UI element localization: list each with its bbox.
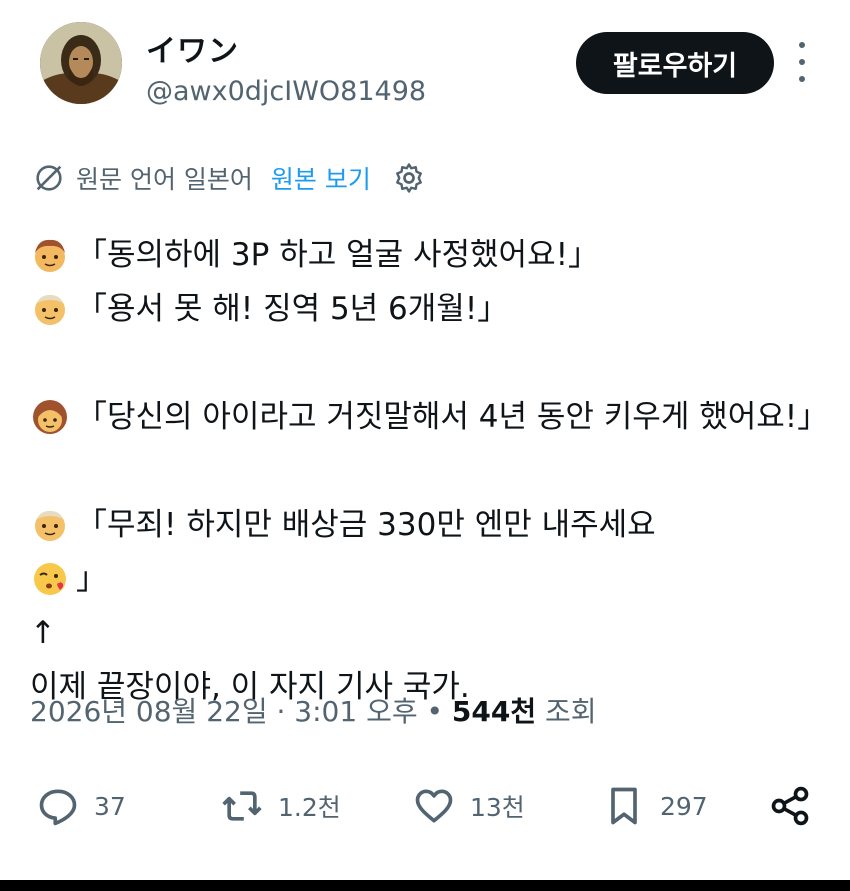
post-line: ↑ bbox=[30, 606, 830, 660]
like-count: 13천 bbox=[470, 793, 525, 822]
source-language-label: 원문 언어 일본어 bbox=[76, 165, 253, 194]
avatar[interactable] bbox=[40, 22, 122, 104]
post-line-text: 「동의하에 3P 하고 얼굴 사정했어요!」 bbox=[76, 237, 600, 273]
post-line-text: 「당신의 아이라고 거짓말해서 4년 동안 키우게 했어요!」 bbox=[76, 399, 829, 435]
post-line-text: 「용서 못 해! 징역 5년 6개월!」 bbox=[76, 291, 509, 327]
post-meta: 2026년 08월 22일 · 3:01 오후 • 544천 조회 bbox=[30, 690, 597, 730]
boy-face-emoji-icon bbox=[35, 239, 65, 272]
reply-button[interactable]: 37 bbox=[36, 770, 126, 842]
like-button[interactable]: 13천 bbox=[412, 770, 525, 842]
timestamp[interactable]: 2026년 08월 22일 · 3:01 오후 • bbox=[30, 695, 443, 728]
post-line-text: ↑ bbox=[30, 615, 56, 651]
post-line: 「용서 못 해! 징역 5년 6개월!」 bbox=[30, 282, 830, 336]
post-line-text: 」 bbox=[76, 561, 107, 597]
post-line: 「당신의 아이라고 거짓말해서 4년 동안 키우게 했어요!」 bbox=[30, 390, 830, 444]
reply-icon bbox=[39, 789, 77, 826]
bookmark-icon bbox=[611, 787, 637, 825]
show-original-link[interactable]: 원본 보기 bbox=[271, 160, 371, 196]
bottom-bar bbox=[0, 880, 850, 891]
kissing-face-emoji-icon bbox=[34, 563, 66, 595]
repost-count: 1.2천 bbox=[278, 793, 341, 822]
reply-count: 37 bbox=[94, 791, 126, 821]
translation-bar: 원문 언어 일본어 원본 보기 bbox=[32, 158, 427, 198]
bookmark-count: 297 bbox=[660, 791, 708, 821]
woman-face-emoji-icon bbox=[33, 400, 67, 434]
old-man-face-emoji-icon bbox=[35, 511, 65, 541]
bookmark-button[interactable]: 297 bbox=[602, 770, 708, 842]
more-vertical-icon[interactable] bbox=[792, 42, 812, 82]
follow-button[interactable]: 팔로우하기 bbox=[576, 32, 774, 94]
views-count: 544천 bbox=[451, 695, 537, 728]
share-icon bbox=[771, 786, 809, 826]
avatar-image bbox=[40, 22, 122, 104]
post-text: 「동의하에 3P 하고 얼굴 사정했어요!」 「용서 못 해! 징역 5년 6개… bbox=[30, 228, 830, 714]
views-label: 조회 bbox=[545, 695, 597, 728]
action-bar: 37 1.2천 13천 297 bbox=[0, 770, 850, 842]
post-header: イワン @awx0djcIWO81498 팔로우하기 bbox=[0, 0, 850, 130]
old-man-face-emoji-icon bbox=[35, 295, 65, 325]
user-handle[interactable]: @awx0djcIWO81498 bbox=[146, 76, 426, 107]
repost-icon bbox=[222, 791, 262, 821]
post-line: 「동의하에 3P 하고 얼굴 사정했어요!」 bbox=[30, 228, 830, 282]
post-line: 」 bbox=[30, 552, 830, 606]
display-name[interactable]: イワン bbox=[146, 26, 239, 70]
post-line: 「무죄! 하지만 배상금 330만 엔만 내주세요 bbox=[30, 498, 830, 552]
gear-icon[interactable] bbox=[391, 160, 427, 196]
post-line-text: 「무죄! 하지만 배상금 330만 엔만 내주세요 bbox=[76, 507, 656, 543]
repost-button[interactable]: 1.2천 bbox=[220, 770, 341, 842]
heart-icon bbox=[415, 789, 453, 823]
share-button[interactable] bbox=[768, 770, 826, 842]
globe-slash-icon bbox=[36, 165, 62, 191]
